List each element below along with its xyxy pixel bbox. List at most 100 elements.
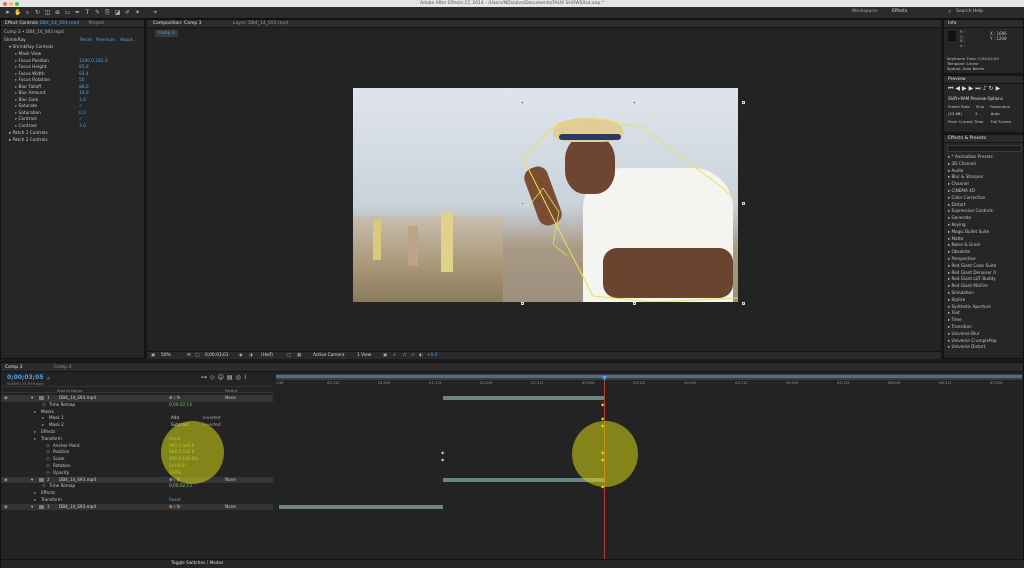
- preview-options-label[interactable]: Shift+RAM Preview Options: [948, 96, 1003, 101]
- property-value[interactable]: Reset: [169, 497, 181, 504]
- stopwatch-icon[interactable]: ◷: [46, 443, 50, 450]
- always-preview-icon[interactable]: ▣: [151, 352, 155, 360]
- effects-category-item[interactable]: ▸ Universe CrumplePop: [948, 338, 997, 345]
- layer-duration-bar[interactable]: [443, 477, 604, 482]
- layer-label-color[interactable]: [39, 504, 44, 509]
- comp-subtab[interactable]: Comp 3: [155, 30, 178, 37]
- zoom-tool-icon[interactable]: ⌕: [24, 9, 31, 16]
- property-value[interactable]: 0;00;02;13: [169, 483, 192, 490]
- param-value[interactable]: 93.4: [79, 72, 89, 78]
- effects-category-item[interactable]: ▸ Distort: [948, 202, 966, 209]
- effects-category-item[interactable]: ▸ Text: [948, 310, 960, 317]
- pen-tool-icon[interactable]: ✒: [74, 9, 81, 16]
- effects-category-item[interactable]: ▸ Red Giant MisFire: [948, 283, 988, 290]
- comp-mini-flowchart-icon[interactable]: ⊶: [201, 374, 210, 381]
- camera-dropdown[interactable]: Active Camera: [313, 352, 345, 360]
- stopwatch-icon[interactable]: ◷: [46, 470, 50, 477]
- draft-3d-icon[interactable]: ◇: [210, 374, 218, 381]
- region-of-interest-icon[interactable]: ▢: [287, 352, 291, 360]
- effects-category-item[interactable]: ▸ Synthetic Aperture: [948, 304, 991, 311]
- layer-name[interactable]: DB4_14_S93.mp4: [59, 504, 96, 511]
- transform-handle[interactable]: [633, 302, 636, 305]
- stopwatch-icon[interactable]: ◷: [46, 456, 50, 463]
- timeline-property-row[interactable]: ▸ Effects: [1, 490, 273, 497]
- tab-comp-3[interactable]: Comp 3: [5, 365, 22, 370]
- effects-category-item[interactable]: ▸ Noise & Grain: [948, 242, 980, 249]
- effect-about-link[interactable]: About...: [120, 38, 137, 44]
- param-value[interactable]: 14.0: [79, 91, 89, 97]
- param-value[interactable]: ✓: [79, 117, 83, 123]
- time-ruler[interactable]: ;00f 00:12f 01:00f 01:12f 02:00f 02:12f 03:00f…: [276, 380, 1022, 388]
- resolution-dropdown[interactable]: (Half): [261, 352, 273, 360]
- transform-handle[interactable]: [633, 101, 636, 104]
- param-value[interactable]: 50: [79, 78, 84, 84]
- effects-category-item[interactable]: ▸ Red Giant LUT Buddy: [948, 276, 996, 283]
- hand-tool-icon[interactable]: ✋: [14, 9, 21, 16]
- effects-category-item[interactable]: ▸ Matte: [948, 236, 963, 243]
- layer-switches[interactable]: ⊕ ∕ fx: [169, 395, 181, 402]
- timeline-property-row[interactable]: ▸ Effects: [1, 429, 273, 436]
- effects-category-item[interactable]: ▸ Red Giant Denoiser II: [948, 270, 996, 277]
- column-parent[interactable]: Parent: [225, 387, 237, 394]
- skip-dropdown[interactable]: 2: [975, 111, 977, 116]
- effects-category-item[interactable]: ▸ Stylize: [948, 297, 965, 304]
- effects-category-item[interactable]: ▸ Universe Blur: [948, 331, 980, 338]
- maximize-window-button[interactable]: [15, 1, 19, 6]
- param-value[interactable]: ✓: [79, 104, 83, 110]
- transform-handle[interactable]: [521, 101, 524, 104]
- mask-visibility-icon[interactable]: ◯: [195, 352, 200, 360]
- transform-handle[interactable]: [742, 101, 745, 104]
- workspace-select[interactable]: Effects: [892, 9, 907, 14]
- property-value[interactable]: 0;00;02;14: [169, 402, 192, 409]
- timeline-property-row[interactable]: ◷Position808.0,516.0: [1, 449, 273, 456]
- flowchart-icon[interactable]: ⊹: [411, 352, 415, 360]
- viewer-frame[interactable]: [353, 88, 738, 302]
- timeline-property-row[interactable]: ▸ Mask 1 Add Inverted: [1, 415, 273, 422]
- effects-category-item[interactable]: ▸ Color Correction: [948, 195, 985, 202]
- transform-handle[interactable]: [521, 302, 524, 305]
- layer-name[interactable]: DB4_14_S93.mp4: [59, 395, 96, 402]
- effects-category-item[interactable]: ▸ Universe Distort: [948, 344, 985, 351]
- timeline-property-row[interactable]: ▸ Transform Reset: [1, 497, 273, 504]
- timeline-property-row[interactable]: ◷Rotation0x+0.0°: [1, 463, 273, 470]
- type-tool-icon[interactable]: T: [84, 9, 91, 16]
- shy-layers-icon[interactable]: ☺: [218, 374, 227, 381]
- effects-category-item[interactable]: ▸ Generate: [948, 215, 971, 222]
- toggle-switches-modes-button[interactable]: Toggle Switches / Modes: [171, 561, 223, 566]
- play-button[interactable]: ▶: [962, 85, 969, 92]
- timeline-layer-row[interactable]: ◉ ▾ 1 DB4_14_S93.mp4 ⊕ ∕ fx None: [1, 395, 273, 402]
- timeline-current-time[interactable]: 0;00;03;05: [7, 374, 43, 381]
- layer-name[interactable]: DB4_14_S93.mp4: [59, 477, 96, 484]
- mask-path-overlay[interactable]: [353, 88, 738, 302]
- timeline-property-row[interactable]: ◷Opacity100%: [1, 470, 273, 477]
- param-value[interactable]: 95.0: [79, 65, 89, 71]
- visibility-eye-icon[interactable]: ◉: [4, 504, 8, 511]
- timeline-property-row[interactable]: ◷ Time Remap 0;00;02;13: [1, 483, 273, 490]
- layer-expand-icon[interactable]: ▾: [31, 504, 33, 511]
- timeline-icon[interactable]: ⎍: [403, 352, 406, 360]
- tab-effects-presets[interactable]: Effects & Presets: [948, 136, 986, 141]
- tab-comp-4[interactable]: Comp 4: [54, 365, 71, 370]
- selection-tool-icon[interactable]: ➤: [4, 9, 11, 16]
- effect-reset-link[interactable]: Reset: [80, 38, 92, 44]
- disclosure-triangle-icon[interactable]: ▸: [34, 497, 36, 504]
- snapshot-icon[interactable]: ◉: [239, 352, 243, 360]
- disclosure-triangle-icon[interactable]: ▸: [34, 429, 36, 436]
- param-value[interactable]: 0.0: [79, 111, 86, 117]
- stopwatch-icon[interactable]: ◷: [42, 402, 46, 409]
- rotate-tool-icon[interactable]: ↻: [34, 9, 41, 16]
- layer-expand-icon[interactable]: ▾: [31, 477, 33, 484]
- effects-category-item[interactable]: ▸ 3D Channel: [948, 161, 976, 168]
- timeline-layer-row[interactable]: ◉▾2DB4_14_S93.mp4⊕ ∕ fxNone: [1, 476, 273, 484]
- effects-category-item[interactable]: ▸ Red Giant Color Suite: [948, 263, 996, 270]
- effect-param-row[interactable]: ▸ Blur Falloff 88.0: [15, 85, 143, 91]
- effects-category-item[interactable]: ▸ Expression Controls: [948, 208, 993, 215]
- timeline-property-row[interactable]: ◷Scale100.0,100.0%: [1, 456, 273, 463]
- tab-effect-controls[interactable]: Effect Controls: [5, 21, 38, 26]
- timeline-property-row[interactable]: ▸ Masks: [1, 409, 273, 416]
- effects-category-item[interactable]: ▸ Audio: [948, 168, 963, 175]
- tab-project[interactable]: Project: [89, 21, 104, 26]
- snapping-icon[interactable]: ⌖: [152, 9, 159, 16]
- effect-param-row[interactable]: ▸ Focus Height 95.0: [15, 65, 143, 71]
- param-value[interactable]: 1200.0,282.0: [79, 59, 108, 65]
